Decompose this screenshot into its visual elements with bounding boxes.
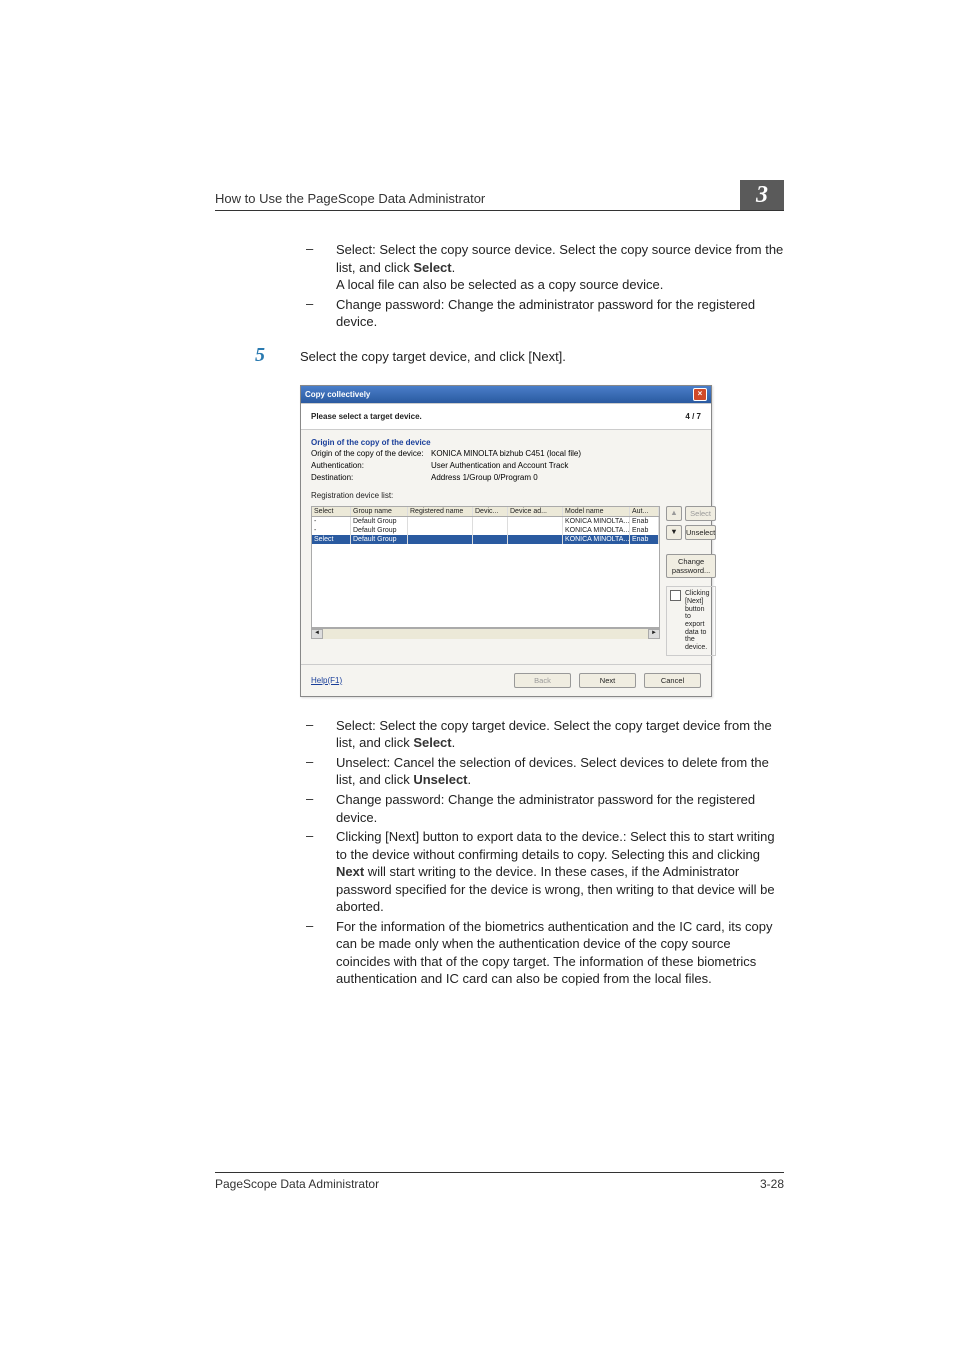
device-table[interactable]: Select Group name Registered name Devic.… bbox=[311, 506, 660, 628]
bullet-text: Change password: Change the administrato… bbox=[336, 791, 784, 826]
export-checkbox-row[interactable]: Clicking [Next] button to export data to… bbox=[666, 586, 716, 656]
table-row-selected[interactable]: Select Default Group KONICA MINOLTA... E… bbox=[312, 535, 659, 544]
step-instruction: Select the copy target device, and click… bbox=[300, 345, 784, 366]
wizard-progress: 4 / 7 bbox=[685, 412, 701, 421]
scroll-right-icon[interactable]: ► bbox=[648, 629, 660, 639]
bullet-text: Unselect: Cancel the selection of device… bbox=[336, 754, 784, 789]
info-value: Address 1/Group 0/Program 0 bbox=[431, 473, 538, 482]
dialog-title: Copy collectively bbox=[305, 390, 370, 399]
bullet-dash: – bbox=[300, 828, 336, 916]
info-value: KONICA MINOLTA bizhub C451 (local file) bbox=[431, 449, 581, 458]
bullet-text: For the information of the biometrics au… bbox=[336, 918, 784, 988]
bullet-dash: – bbox=[300, 791, 336, 826]
dialog-instruction: Please select a target device. bbox=[311, 412, 422, 421]
move-down-button[interactable]: ▼ bbox=[666, 525, 682, 540]
unselect-button[interactable]: Unselect bbox=[685, 525, 716, 540]
table-row[interactable]: - Default Group KONICA MINOLTA... Enab bbox=[312, 526, 659, 535]
cancel-button[interactable]: Cancel bbox=[644, 673, 701, 688]
checkbox-label: Clicking [Next] button to export data to… bbox=[685, 590, 712, 652]
chapter-number-badge: 3 bbox=[740, 180, 784, 210]
scroll-left-icon[interactable]: ◄ bbox=[311, 629, 323, 639]
info-label: Origin of the copy of the device: bbox=[311, 449, 431, 458]
table-scrollbar[interactable]: ◄ ► bbox=[311, 628, 660, 639]
footer-page-number: 3-28 bbox=[760, 1177, 784, 1191]
bullet-dash: – bbox=[300, 296, 336, 331]
next-button[interactable]: Next bbox=[579, 673, 636, 688]
info-value: User Authentication and Account Track bbox=[431, 461, 568, 470]
help-link[interactable]: Help(F1) bbox=[311, 676, 342, 685]
running-header: How to Use the PageScope Data Administra… bbox=[215, 191, 485, 206]
bullet-dash: – bbox=[300, 241, 336, 294]
section-origin: Origin of the copy of the device bbox=[311, 438, 701, 447]
table-header: Select Group name Registered name Devic.… bbox=[312, 507, 659, 517]
back-button[interactable]: Back bbox=[514, 673, 571, 688]
change-password-button[interactable]: Change password... bbox=[666, 554, 716, 578]
close-icon[interactable]: × bbox=[693, 388, 707, 401]
bullet-text: Select: Select the copy source device. S… bbox=[336, 241, 784, 294]
bullet-text: Select: Select the copy target device. S… bbox=[336, 717, 784, 752]
move-up-button[interactable]: ▲ bbox=[666, 506, 682, 521]
select-button[interactable]: Select bbox=[685, 506, 716, 521]
bullet-dash: – bbox=[300, 717, 336, 752]
list-label: Registration device list: bbox=[311, 491, 393, 500]
bullet-dash: – bbox=[300, 754, 336, 789]
footer-product: PageScope Data Administrator bbox=[215, 1177, 379, 1191]
info-label: Authentication: bbox=[311, 461, 431, 470]
checkbox-icon[interactable] bbox=[670, 590, 681, 601]
bullet-dash: – bbox=[300, 918, 336, 988]
step-number: 5 bbox=[215, 345, 300, 366]
table-row[interactable]: - Default Group KONICA MINOLTA... Enab bbox=[312, 517, 659, 526]
bullet-text: Clicking [Next] button to export data to… bbox=[336, 828, 784, 916]
bullet-text: Change password: Change the administrato… bbox=[336, 296, 784, 331]
info-label: Destination: bbox=[311, 473, 431, 482]
dialog-copy-collectively: Copy collectively × Please select a targ… bbox=[300, 385, 712, 697]
